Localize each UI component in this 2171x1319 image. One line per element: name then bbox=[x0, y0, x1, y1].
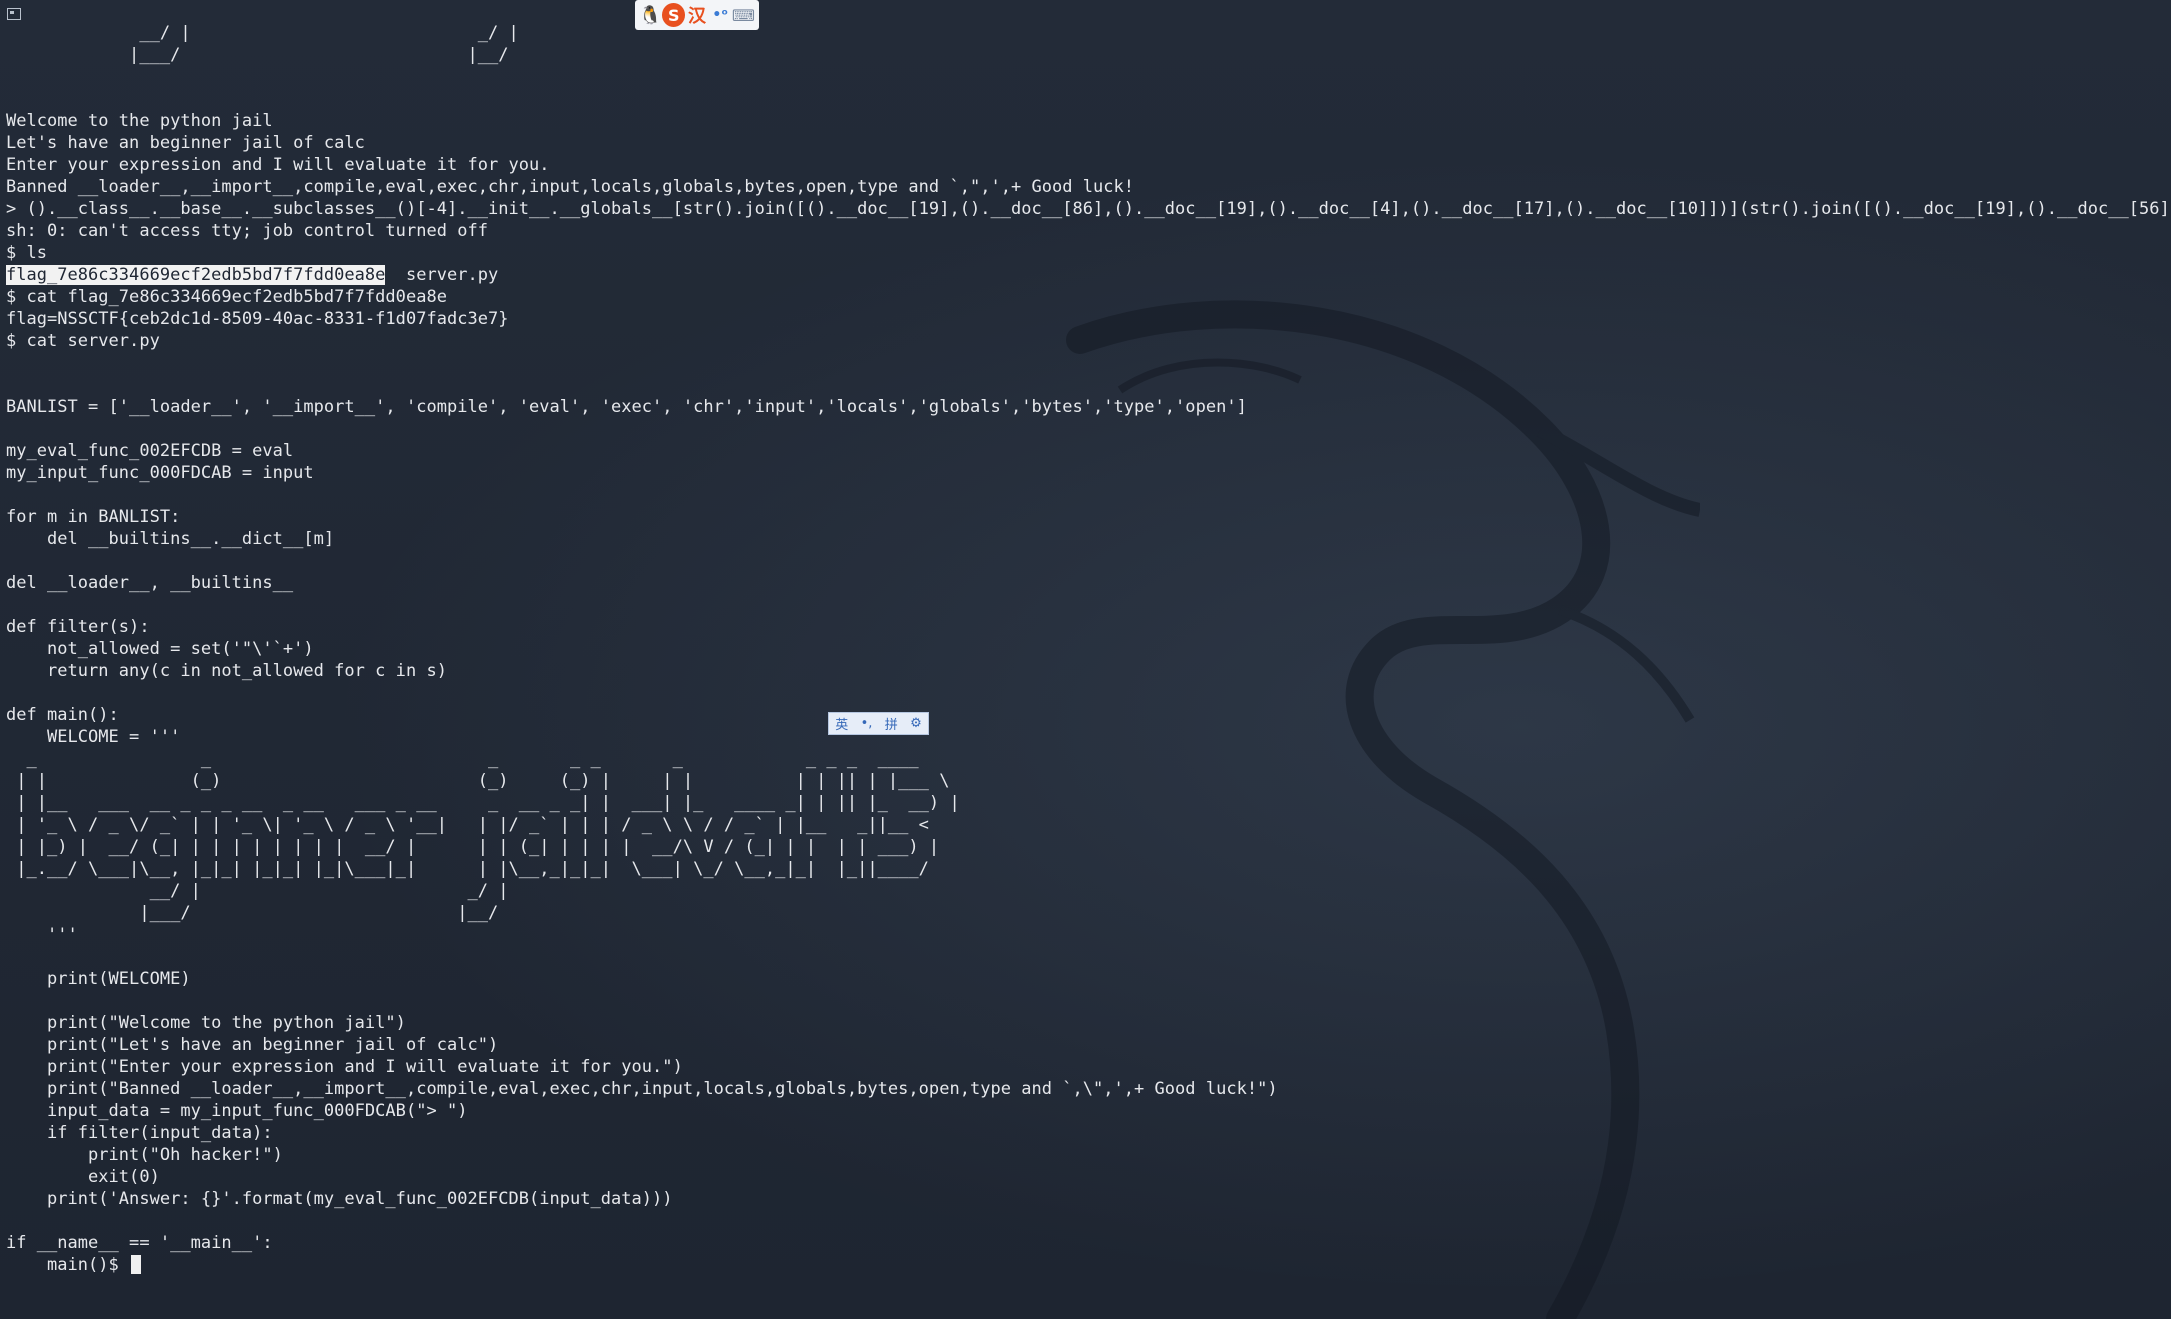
terminal-line: _ _ _ _ _ _ _ _ _ ____ bbox=[6, 749, 919, 769]
terminal-line: |___/ |__/ bbox=[6, 45, 509, 65]
terminal-line: Let's have an beginner jail of calc bbox=[6, 133, 365, 153]
prompt-text: main()$ bbox=[6, 1255, 130, 1275]
terminal-line: exit(0) bbox=[6, 1167, 160, 1187]
terminal-line: |___/ |__/ bbox=[6, 903, 499, 923]
terminal-line: def main(): bbox=[6, 705, 119, 725]
terminal-line: sh: 0: can't access tty; job control tur… bbox=[6, 221, 488, 241]
terminal-line: def filter(s): bbox=[6, 617, 150, 637]
terminal-line: BANLIST = ['__loader__', '__import__', '… bbox=[6, 397, 1247, 417]
ls-output-line: flag_7e86c334669ecf2edb5bd7f7fdd0ea8e se… bbox=[6, 264, 2171, 286]
terminal-line: input_data = my_input_func_000FDCAB("> "… bbox=[6, 1101, 468, 1121]
terminal-line: not_allowed = set('"\'`+') bbox=[6, 639, 314, 659]
terminal-line: | '_ \ / _ \/ _` | | '_ \| '_ \ / _ \ '_… bbox=[6, 815, 929, 835]
terminal-line: print("Oh hacker!") bbox=[6, 1145, 283, 1165]
terminal-output[interactable]: __/ | _/ | |___/ |__/ Welcome to the pyth… bbox=[6, 22, 2171, 1319]
terminal-line: $ cat flag_7e86c334669ecf2edb5bd7f7fdd0e… bbox=[6, 287, 447, 307]
terminal-line: > ().__class__.__base__.__subclasses__()… bbox=[6, 199, 2171, 219]
terminal-line: | |__ ___ __ _ _ _ __ _ __ ___ _ __ _ __… bbox=[6, 793, 960, 813]
terminal-window-icon[interactable] bbox=[7, 8, 21, 20]
terminal-line: my_input_func_000FDCAB = input bbox=[6, 463, 314, 483]
terminal-line: if __name__ == '__main__': bbox=[6, 1233, 273, 1253]
prompt-line[interactable]: main()$ bbox=[6, 1254, 2171, 1276]
terminal-line: Banned __loader__,__import__,compile,eva… bbox=[6, 177, 1135, 197]
terminal-line: WELCOME = ''' bbox=[6, 727, 181, 747]
terminal-line: |_.__/ \___|\__, |_|_| |_|_| |_|\___|_| … bbox=[6, 859, 929, 879]
terminal-line: del __builtins__.__dict__[m] bbox=[6, 529, 335, 549]
terminal-line: Enter your expression and I will evaluat… bbox=[6, 155, 550, 175]
terminal-line: ''' bbox=[6, 925, 78, 945]
terminal-line: my_eval_func_002EFCDB = eval bbox=[6, 441, 294, 461]
terminal-line: | |_) | __/ (_| | | | | | | | | __/ | | … bbox=[6, 837, 940, 857]
terminal-line: if filter(input_data): bbox=[6, 1123, 273, 1143]
terminal-line: | | (_) (_) (_) | | | | | || | |___ \ bbox=[6, 771, 950, 791]
terminal-line: print('Answer: {}'.format(my_eval_func_0… bbox=[6, 1189, 673, 1209]
terminal-line: print("Enter your expression and I will … bbox=[6, 1057, 683, 1077]
terminal-line: $ cat server.py bbox=[6, 331, 160, 351]
terminal-line: del __loader__, __builtins__ bbox=[6, 573, 294, 593]
text-cursor bbox=[131, 1255, 142, 1274]
terminal-line: $ ls bbox=[6, 243, 48, 263]
terminal-line: return any(c in not_allowed for c in s) bbox=[6, 661, 447, 681]
terminal-line: Welcome to the python jail bbox=[6, 111, 273, 131]
terminal-line: __/ | _/ | bbox=[6, 881, 509, 901]
terminal-line: print("Let's have an beginner jail of ca… bbox=[6, 1035, 499, 1055]
terminal-line: flag=NSSCTF{ceb2dc1d-8509-40ac-8331-f1d0… bbox=[6, 309, 509, 329]
server-file: server.py bbox=[385, 265, 499, 285]
terminal-line: print("Welcome to the python jail") bbox=[6, 1013, 406, 1033]
terminal-line: print(WELCOME) bbox=[6, 969, 191, 989]
terminal-line: __/ | _/ | bbox=[6, 23, 519, 43]
terminal-line: for m in BANLIST: bbox=[6, 507, 181, 527]
terminal-line: print("Banned __loader__,__import__,comp… bbox=[6, 1079, 1278, 1099]
flag-file-highlight: flag_7e86c334669ecf2edb5bd7f7fdd0ea8e bbox=[6, 265, 386, 285]
